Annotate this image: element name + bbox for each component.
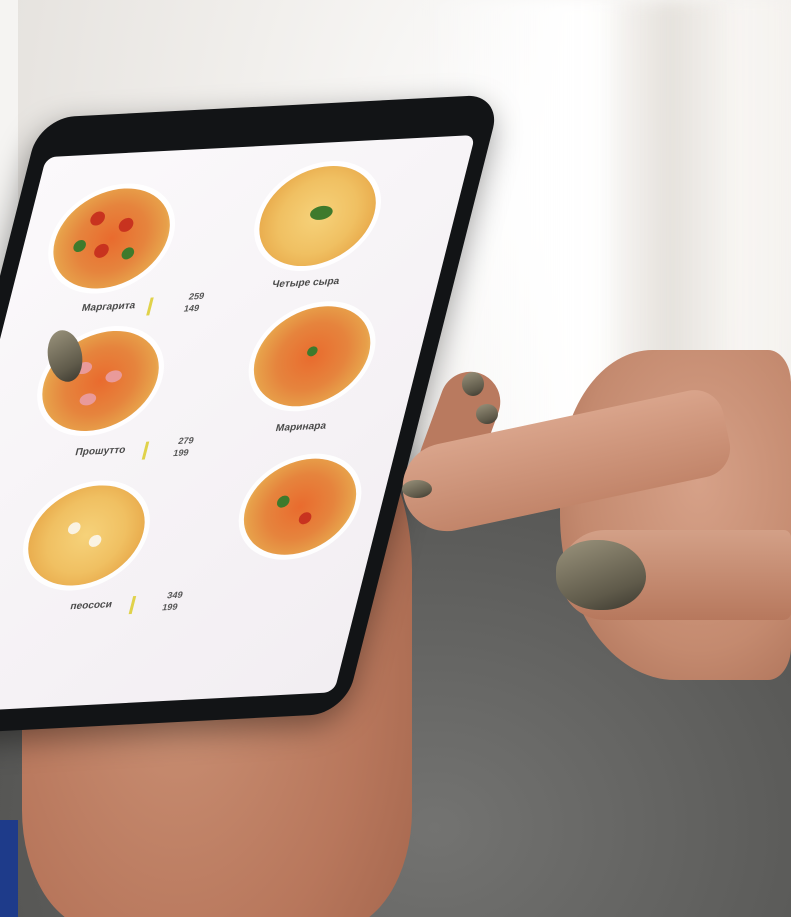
pizza-image-marinara[interactable] [242,303,382,410]
pizza-price-large-prosciutto: 279 [177,435,195,447]
pizza-price-large-pepperoni: 349 [166,589,184,601]
pizza-image-vegetable[interactable] [233,455,367,558]
pizza-name-four-cheese: Четыре сыра [270,275,341,291]
pizza-price-small-pepperoni: 199 [161,601,179,613]
left-finger-nail [462,372,484,396]
price-divider [128,595,137,615]
pizza-name-margherita: Маргарита [80,300,137,315]
pizza-image-pepperoni[interactable] [16,482,156,589]
right-finger-nail [556,540,646,610]
price-divider [141,441,150,460]
photo-scene: Маргарита 259 149 Четыре сыра Прошутто 2… [0,0,791,917]
blue-banner [0,820,18,917]
left-finger-nail [476,404,498,424]
pizza-price-small-prosciutto: 199 [172,447,190,459]
pizza-price-large-margherita: 259 [187,290,206,302]
price-divider [146,297,154,316]
pizza-image-margherita[interactable] [42,185,182,292]
pizza-name-pepperoni: пеососи [69,599,114,613]
pizza-name-prosciutto: Прошутто [73,444,127,459]
pizza-price-small-margherita: 149 [182,302,201,314]
pizza-name-marinara: Маринара [274,420,328,435]
pizza-image-four-cheese[interactable] [248,163,388,269]
right-index-nail [402,480,432,498]
